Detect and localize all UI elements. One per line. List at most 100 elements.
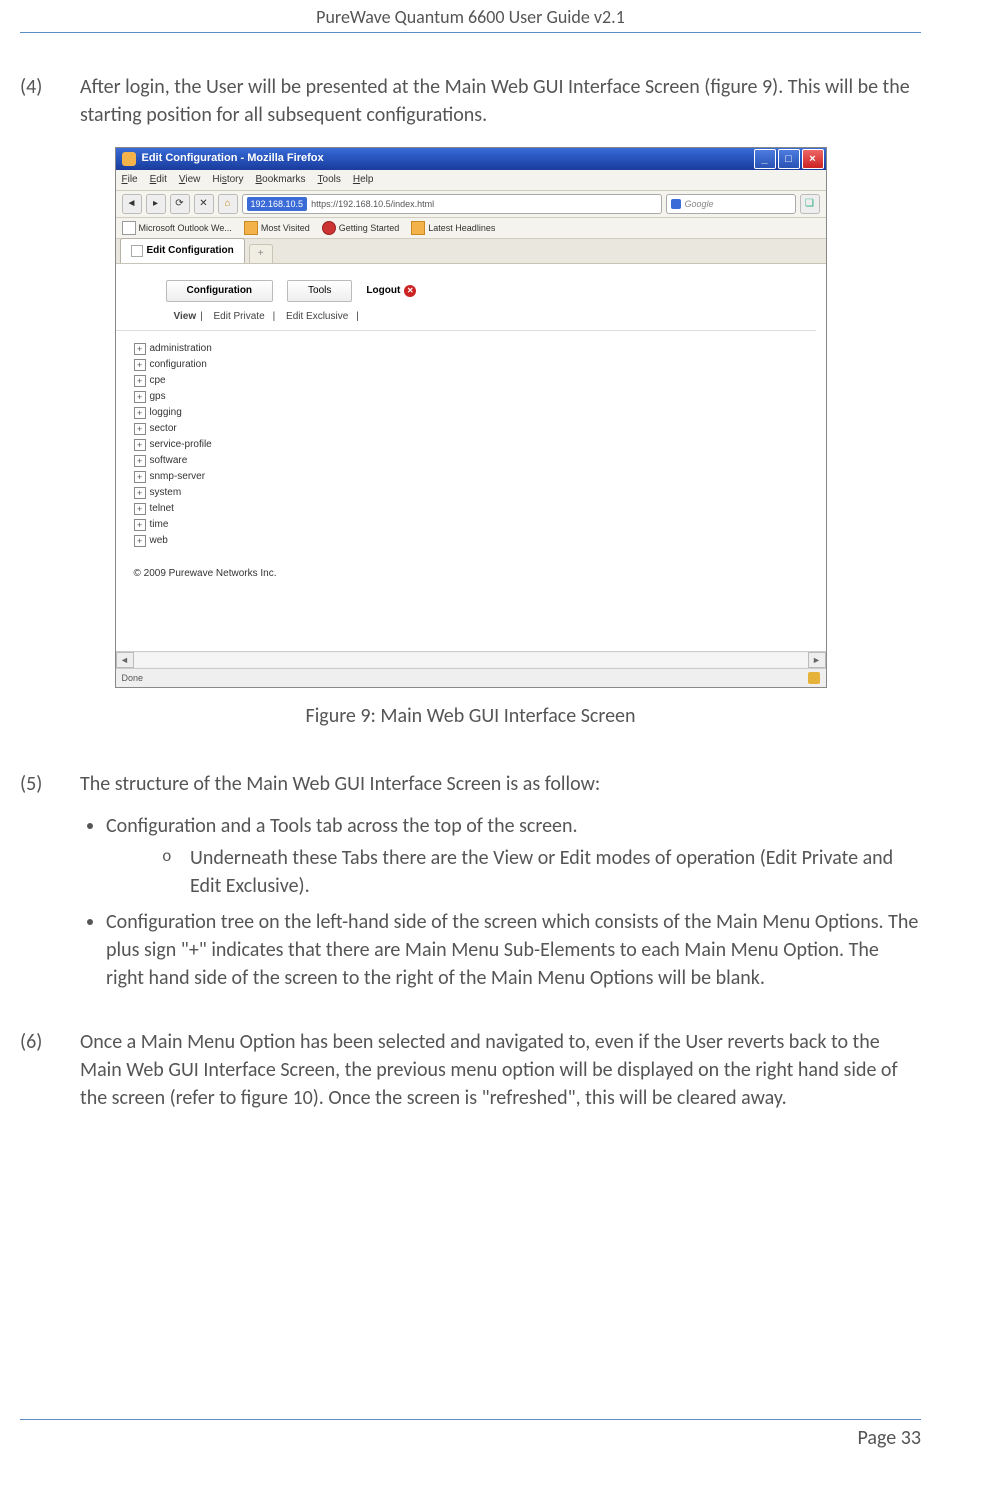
menu-bookmarks[interactable]: Bookmarks <box>256 173 306 187</box>
bullet-1: Configuration and a Tools tab across the… <box>106 814 578 838</box>
tab-tools[interactable]: Tools <box>287 280 352 302</box>
horizontal-scrollbar[interactable]: ◄ ► <box>116 651 826 668</box>
bookmarks-bar: Microsoft Outlook We... Most Visited Get… <box>116 218 826 239</box>
browser-statusbar: Done <box>116 668 826 687</box>
tree-node[interactable]: +software <box>134 453 826 469</box>
expand-icon[interactable]: + <box>134 487 146 499</box>
window-maximize-button[interactable]: □ <box>778 149 800 169</box>
copyright: © 2009 Purewave Networks Inc. <box>134 567 826 581</box>
url-host-chip: 192.168.10.5 <box>247 197 308 212</box>
scroll-right-icon[interactable]: ► <box>808 652 826 668</box>
step-4-num: (4) <box>20 73 80 101</box>
menu-history[interactable]: History <box>212 173 243 187</box>
divider <box>116 330 816 331</box>
tree-node[interactable]: +service-profile <box>134 437 826 453</box>
browser-tab-edit-config[interactable]: Edit Configuration <box>120 238 245 263</box>
logout-icon: ✕ <box>404 285 416 297</box>
step-4-text: After login, the User will be presented … <box>80 73 921 129</box>
figure-caption: Figure 9: Main Web GUI Interface Screen <box>20 702 921 730</box>
url-text: https://192.168.10.5/index.html <box>311 198 434 211</box>
tree-node[interactable]: +gps <box>134 389 826 405</box>
stop-button[interactable]: ✕ <box>194 194 214 214</box>
figure-9-screenshot: Edit Configuration - Mozilla Firefox _ □… <box>115 147 827 688</box>
new-tab-button[interactable]: + <box>249 244 273 263</box>
expand-icon[interactable]: + <box>134 471 146 483</box>
mode-edit-exclusive[interactable]: Edit Exclusive <box>286 311 348 322</box>
browser-menubar: File Edit View History Bookmarks Tools H… <box>116 170 826 191</box>
browser-title: Edit Configuration - Mozilla Firefox <box>142 151 324 166</box>
step-4: (4) After login, the User will be presen… <box>20 73 921 129</box>
step-5-bullets: Configuration and a Tools tab across the… <box>80 812 921 992</box>
search-input[interactable]: Google <box>666 194 796 214</box>
mode-view[interactable]: View <box>174 311 197 322</box>
footer-rule <box>20 1419 921 1420</box>
browser-toolbar: ◄ ▸ ⟳ ✕ ⌂ 192.168.10.5 https://192.168.1… <box>116 191 826 218</box>
expand-icon[interactable]: + <box>134 423 146 435</box>
expand-icon[interactable]: + <box>134 343 146 355</box>
bookmark-outlook[interactable]: Microsoft Outlook We... <box>122 221 232 235</box>
step-5-intro: The structure of the Main Web GUI Interf… <box>80 770 921 798</box>
expand-icon[interactable]: + <box>134 455 146 467</box>
expand-icon[interactable]: + <box>134 535 146 547</box>
scroll-left-icon[interactable]: ◄ <box>116 652 134 668</box>
expand-icon[interactable]: + <box>134 407 146 419</box>
config-tree: +administration +configuration +cpe +gps… <box>116 341 826 549</box>
menu-tools[interactable]: Tools <box>318 173 341 187</box>
mode-edit-private[interactable]: Edit Private <box>214 311 265 322</box>
browser-tabbar: Edit Configuration + <box>116 239 826 264</box>
tree-node[interactable]: +logging <box>134 405 826 421</box>
window-close-button[interactable]: × <box>802 149 824 169</box>
status-text: Done <box>122 672 144 685</box>
tree-node[interactable]: +telnet <box>134 501 826 517</box>
step-6: (6) Once a Main Menu Option has been sel… <box>20 1028 921 1112</box>
expand-icon[interactable]: + <box>134 375 146 387</box>
back-button[interactable]: ◄ <box>122 194 142 214</box>
expand-icon[interactable]: + <box>134 359 146 371</box>
menu-view[interactable]: View <box>179 173 201 187</box>
window-minimize-button[interactable]: _ <box>754 149 776 169</box>
bookmark-latest-headlines[interactable]: Latest Headlines <box>411 221 495 235</box>
expand-icon[interactable]: + <box>134 391 146 403</box>
page-header: PureWave Quantum 6600 User Guide v2.1 <box>20 0 921 33</box>
bullet-1a: Underneath these Tabs there are the View… <box>162 844 921 900</box>
menu-help[interactable]: Help <box>353 173 374 187</box>
expand-icon[interactable]: + <box>134 439 146 451</box>
step-6-num: (6) <box>20 1028 80 1056</box>
browser-titlebar: Edit Configuration - Mozilla Firefox _ □… <box>116 148 826 170</box>
firefox-icon <box>122 152 136 166</box>
expand-icon[interactable]: + <box>134 503 146 515</box>
content: (4) After login, the User will be presen… <box>20 33 921 1112</box>
search-placeholder: Google <box>685 198 714 211</box>
feed-icon[interactable]: ❏ <box>800 194 820 214</box>
url-input[interactable]: 192.168.10.5 https://192.168.10.5/index.… <box>242 194 662 214</box>
reload-button[interactable]: ⟳ <box>170 194 190 214</box>
tree-node[interactable]: +configuration <box>134 357 826 373</box>
menu-edit[interactable]: Edit <box>150 173 167 187</box>
expand-icon[interactable]: + <box>134 519 146 531</box>
menu-file[interactable]: File <box>122 173 138 187</box>
bullet-2: Configuration tree on the left-hand side… <box>106 908 921 992</box>
google-icon <box>671 199 681 209</box>
tree-node[interactable]: +cpe <box>134 373 826 389</box>
tree-node[interactable]: +administration <box>134 341 826 357</box>
tree-node[interactable]: +time <box>134 517 826 533</box>
forward-button[interactable]: ▸ <box>146 194 166 214</box>
page-number: Page 33 <box>858 1426 921 1450</box>
figure-9-wrap: Edit Configuration - Mozilla Firefox _ □… <box>20 147 921 688</box>
bookmark-most-visited[interactable]: Most Visited <box>244 221 310 235</box>
tree-node[interactable]: +sector <box>134 421 826 437</box>
gui-tabs: Configuration Tools Logout ✕ <box>166 280 826 302</box>
home-button[interactable]: ⌂ <box>218 194 238 214</box>
page-content: Configuration Tools Logout ✕ View| Edit … <box>116 264 826 668</box>
tree-node[interactable]: +web <box>134 533 826 549</box>
logout-link[interactable]: Logout ✕ <box>366 284 416 298</box>
tree-node[interactable]: +snmp-server <box>134 469 826 485</box>
tree-node[interactable]: +system <box>134 485 826 501</box>
step-5: (5) The structure of the Main Web GUI In… <box>20 770 921 1010</box>
bookmark-getting-started[interactable]: Getting Started <box>322 221 400 235</box>
mode-links: View| Edit Private| Edit Exclusive| <box>174 310 826 324</box>
step-6-text: Once a Main Menu Option has been selecte… <box>80 1028 921 1112</box>
lock-icon <box>808 672 820 684</box>
tab-configuration[interactable]: Configuration <box>166 280 274 302</box>
page-icon <box>131 245 143 257</box>
